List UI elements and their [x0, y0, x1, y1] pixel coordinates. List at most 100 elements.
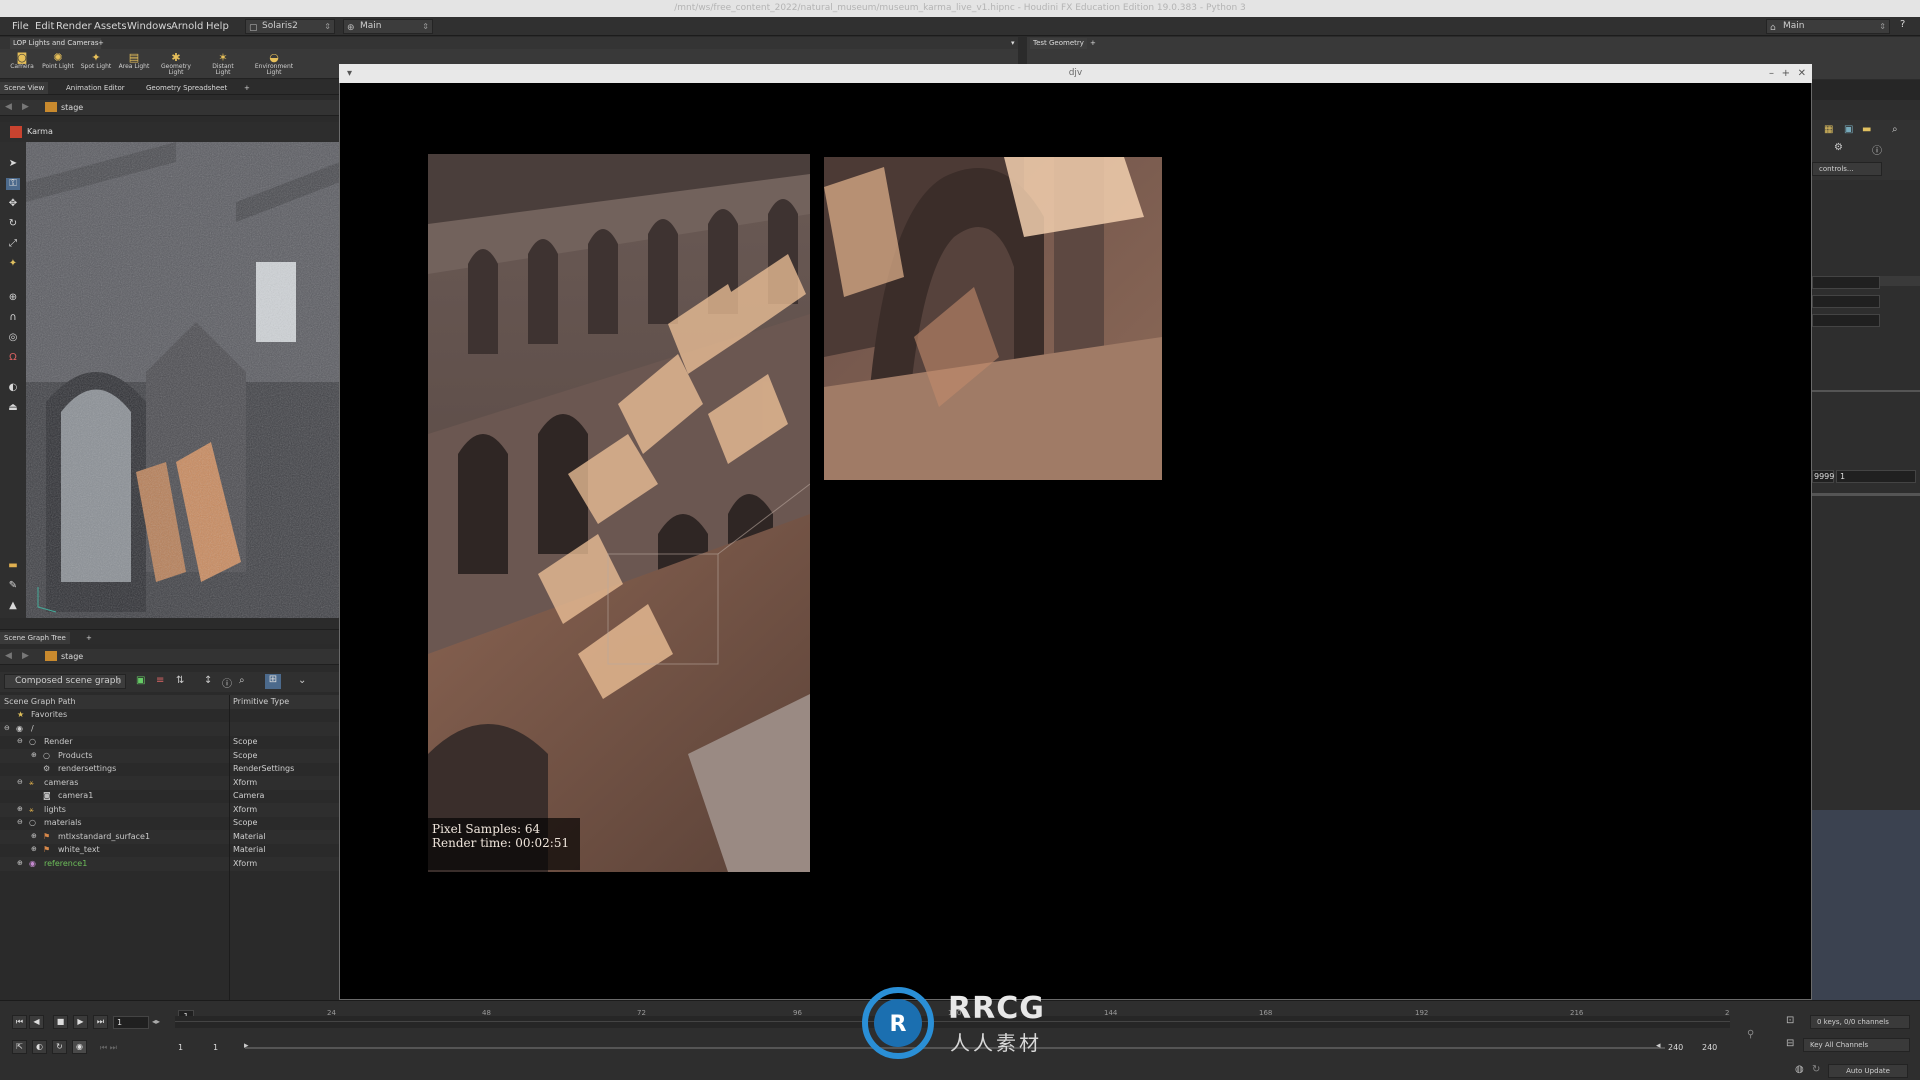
- tab-scene-graph-tree[interactable]: Scene Graph Tree: [0, 632, 70, 644]
- shelf-tab-lights-cameras[interactable]: LOP Lights and Cameras: [10, 38, 102, 49]
- handle-icon[interactable]: Ω: [6, 352, 20, 364]
- scene-viewport[interactable]: [26, 142, 340, 618]
- step-frames-icon[interactable]: ◂▸: [152, 1017, 160, 1026]
- node-icon[interactable]: ▦: [1824, 124, 1833, 135]
- distant-light-tool[interactable]: ✶ Distant Light: [205, 51, 241, 79]
- mask-icon[interactable]: ▲: [6, 600, 20, 612]
- edit-light-icon[interactable]: ✦: [6, 258, 20, 270]
- desktop-select[interactable]: ▢ Solaris2 ⇕: [245, 19, 335, 34]
- parm-field[interactable]: [1812, 276, 1880, 289]
- network-pane[interactable]: [1812, 810, 1920, 1000]
- range-slider-end-handle[interactable]: ◂: [1656, 1041, 1661, 1051]
- table-row[interactable]: ⊖ ⚹ cameras Xform: [0, 776, 340, 790]
- snap-icon[interactable]: ◎: [6, 332, 20, 344]
- add-pane-tab-icon[interactable]: +: [82, 632, 96, 644]
- table-row[interactable]: ⊕ ⚑ white_text Material: [0, 843, 340, 857]
- range-end-label[interactable]: 240: [1668, 1043, 1683, 1052]
- column-divider[interactable]: [229, 695, 230, 1000]
- table-row[interactable]: ⊖ ○ materials Scope: [0, 816, 340, 830]
- parm-field-value[interactable]: 9999: [1812, 470, 1834, 483]
- controls-button[interactable]: controls...: [1812, 162, 1882, 176]
- area-light-tool[interactable]: ▤ Area Light: [116, 51, 152, 79]
- expand-toggle-icon[interactable]: ⊕: [31, 843, 37, 857]
- collection-icon[interactable]: ▣: [136, 675, 145, 686]
- expand-toggle-icon[interactable]: ⊕: [31, 830, 37, 844]
- lock-icon[interactable]: ⚿: [6, 178, 20, 190]
- scene-graph-path-label[interactable]: stage: [61, 652, 83, 661]
- environment-light-tool[interactable]: ◒ Environment Light: [254, 51, 294, 79]
- options-icon[interactable]: ⌄: [298, 675, 306, 686]
- key-wrench-icon[interactable]: ⚲: [1747, 1029, 1754, 1040]
- scene-graph-mode-select[interactable]: Composed scene graph ⇕: [4, 674, 126, 689]
- table-row[interactable]: ★ Favorites: [0, 708, 340, 722]
- range-start2-label[interactable]: 1: [213, 1043, 218, 1052]
- spot-light-tool[interactable]: ✦ Spot Light: [78, 51, 114, 79]
- tab-geometry-spreadsheet[interactable]: Geometry Spreadsheet: [142, 82, 231, 94]
- brush-icon[interactable]: ✎: [6, 580, 20, 592]
- channel-icon[interactable]: ⊟: [1786, 1038, 1794, 1049]
- chat-icon[interactable]: ◍: [1795, 1064, 1804, 1075]
- geometry-light-tool[interactable]: ✱ Geometry Light: [158, 51, 194, 79]
- menu-edit[interactable]: Edit: [35, 21, 54, 32]
- shelf-tab-test-geometry[interactable]: Test Geometry: [1030, 38, 1087, 49]
- auto-update-button[interactable]: Auto Update: [1828, 1064, 1908, 1078]
- search-icon[interactable]: ⌕: [1892, 124, 1898, 135]
- bundle-icon[interactable]: ▣: [1844, 124, 1853, 135]
- expand-toggle-icon[interactable]: ⊖: [4, 722, 10, 736]
- expand-toggle-icon[interactable]: ⊖: [17, 735, 23, 749]
- loop-icon[interactable]: ↻: [52, 1040, 67, 1054]
- table-row[interactable]: ⊖ ◉ /: [0, 722, 340, 736]
- render-region-icon[interactable]: ⏏: [6, 402, 20, 414]
- filter-icon[interactable]: ≡: [156, 675, 164, 686]
- table-row[interactable]: ⚙ rendersettings RenderSettings: [0, 762, 340, 776]
- table-row[interactable]: ⊕ ○ Products Scope: [0, 749, 340, 763]
- back-arrow-icon[interactable]: ◀: [5, 102, 12, 112]
- keyframe-icon[interactable]: ⊡: [1786, 1015, 1794, 1026]
- key-all-channels-button[interactable]: Key All Channels: [1803, 1038, 1910, 1052]
- step-back-icon[interactable]: ◀: [29, 1015, 44, 1029]
- add-shelf-tab-icon[interactable]: +: [1087, 38, 1099, 49]
- context-select[interactable]: ⊕ Main ⇕: [343, 19, 433, 34]
- stop-icon[interactable]: ■: [53, 1015, 68, 1029]
- pin-icon[interactable]: ⊞: [265, 674, 281, 689]
- expand-toggle-icon[interactable]: ⊕: [31, 749, 37, 763]
- minimize-icon[interactable]: –: [1769, 64, 1774, 83]
- info-icon[interactable]: ⓘ: [222, 675, 232, 690]
- keys-channels-button[interactable]: 0 keys, 0/0 channels: [1810, 1015, 1910, 1029]
- forward-arrow-icon[interactable]: ▶: [22, 651, 29, 661]
- viewer-path-label[interactable]: stage: [61, 103, 83, 112]
- gear-icon[interactable]: ⚙: [1834, 142, 1843, 153]
- current-frame-field[interactable]: 1: [113, 1016, 149, 1029]
- refresh-icon[interactable]: ↻: [1812, 1064, 1820, 1075]
- expand-toggle-icon[interactable]: ⊖: [17, 776, 23, 790]
- transform-icon[interactable]: ✥: [6, 198, 20, 210]
- renderer-label[interactable]: Karma: [27, 127, 53, 136]
- right-context-select[interactable]: ⌂ Main ⇕: [1766, 19, 1890, 34]
- menu-help[interactable]: Help: [206, 21, 229, 32]
- audio-icon[interactable]: ◐: [32, 1040, 47, 1054]
- select-arrow-icon[interactable]: ➤: [6, 158, 20, 170]
- tab-scene-view[interactable]: Scene View: [0, 82, 49, 94]
- sort-icon[interactable]: ⇅: [176, 675, 184, 686]
- column-type-header[interactable]: Primitive Type: [233, 695, 289, 709]
- forward-arrow-icon[interactable]: ▶: [22, 102, 29, 112]
- magnet-icon[interactable]: ∩: [6, 312, 20, 324]
- menu-arnold[interactable]: Arnold: [171, 21, 203, 32]
- column-path-header[interactable]: Scene Graph Path: [4, 695, 76, 709]
- help-icon[interactable]: ⓘ: [1872, 142, 1882, 157]
- expand-toggle-icon[interactable]: ⊖: [17, 816, 23, 830]
- search-icon[interactable]: ⌕: [239, 675, 245, 686]
- parm-field[interactable]: [1812, 314, 1880, 327]
- point-light-tool[interactable]: ✺ Point Light: [40, 51, 76, 79]
- help-icon[interactable]: ?: [1900, 19, 1905, 30]
- window-menu-icon[interactable]: ▾: [347, 64, 352, 83]
- layer-icon[interactable]: ▬: [6, 560, 20, 572]
- menu-file[interactable]: File: [12, 21, 29, 32]
- menu-windows[interactable]: Windows: [127, 21, 172, 32]
- expand-toggle-icon[interactable]: ⊕: [17, 857, 23, 871]
- back-arrow-icon[interactable]: ◀: [5, 651, 12, 661]
- menu-render[interactable]: Render: [56, 21, 92, 32]
- close-icon[interactable]: ✕: [1798, 64, 1806, 83]
- folder-icon[interactable]: ▬: [1862, 124, 1871, 135]
- table-row[interactable]: ⊖ ○ Render Scope: [0, 735, 340, 749]
